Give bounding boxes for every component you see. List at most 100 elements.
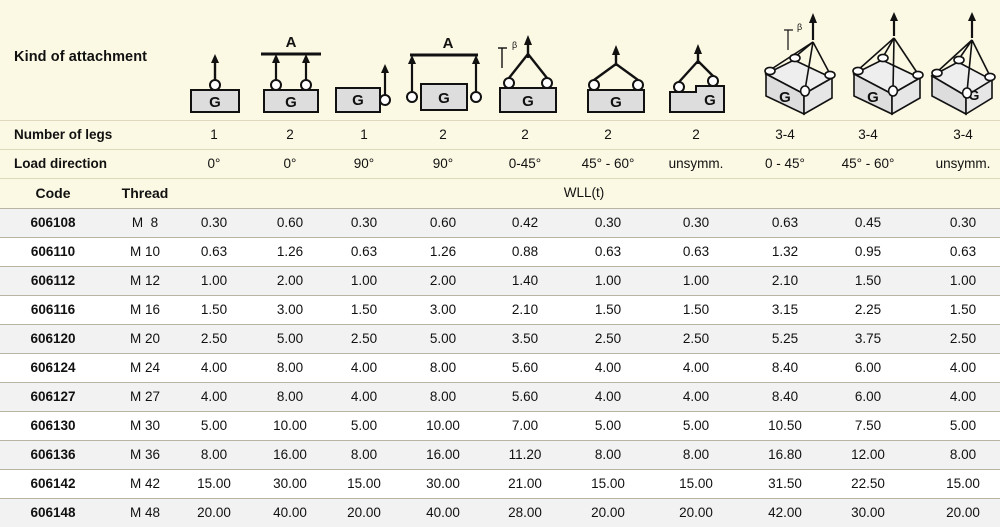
- table-row[interactable]: 606120 M 20 2.50 5.00 2.50 5.00 3.50 2.50 2.50 5.…: [0, 324, 1000, 353]
- cell-wll: 8.00: [200, 447, 228, 462]
- cell-wll: 2.10: [771, 273, 799, 288]
- cell-code: 606112: [30, 273, 76, 288]
- table-row[interactable]: 606110 M 10 0.63 1.26 0.63 1.26 0.88 0.63 0.63 1.…: [0, 237, 1000, 266]
- cell-wll: 10.00: [426, 418, 460, 433]
- svg-text:G: G: [779, 89, 791, 106]
- cell-wll: 10.00: [273, 418, 307, 433]
- direction-value-2: 0°: [283, 156, 297, 171]
- svg-text:G: G: [438, 90, 450, 107]
- cell-code: 606124: [30, 360, 76, 375]
- table-row[interactable]: 606130 M 30 5.00 10.00 5.00 10.00 7.00 5.00 5.00…: [0, 411, 1000, 440]
- cell-wll: 8.00: [276, 360, 304, 375]
- cell-wll: 20.00: [347, 505, 381, 520]
- cell-wll: 4.00: [200, 389, 228, 404]
- cell-code: 606130: [30, 418, 76, 433]
- load-direction-row: Load direction 0° 0° 90° 90° 0-45° 45° -…: [0, 150, 1000, 178]
- thread-column-header: Thread: [121, 185, 169, 201]
- svg-text:A: A: [286, 34, 297, 51]
- cell-wll: 3.50: [511, 331, 539, 346]
- cell-wll: 31.50: [768, 476, 802, 491]
- cell-wll: 4.00: [350, 389, 378, 404]
- direction-value-4: 90°: [432, 156, 454, 171]
- cell-wll: 20.00: [946, 505, 980, 520]
- legs-value-4: 2: [439, 127, 447, 142]
- table-row[interactable]: 606142 M 42 15.00 30.00 15.00 30.00 21.00 15.00…: [0, 469, 1000, 498]
- cell-wll: 5.60: [511, 389, 539, 404]
- table-row[interactable]: 606148 M 48 20.00 40.00 20.00 40.00 28.00 20.00…: [0, 498, 1000, 527]
- cell-wll: 16.00: [273, 447, 307, 462]
- table-row[interactable]: 606112 M 12 1.00 2.00 1.00 2.00 1.40 1.00 1.00 2.…: [0, 266, 1000, 295]
- cell-wll: 0.63: [594, 244, 622, 259]
- cell-wll: 4.00: [949, 389, 977, 404]
- cell-code: 606127: [30, 389, 76, 404]
- cell-wll: 2.50: [594, 331, 622, 346]
- cell-wll: 6.00: [854, 360, 882, 375]
- cell-wll: 15.00: [679, 476, 713, 491]
- two-leg-parallel-beam-lift-icon: A G: [255, 34, 327, 114]
- cell-wll: 2.25: [854, 302, 882, 317]
- cell-wll: 30.00: [426, 476, 460, 491]
- direction-value-5: 0-45°: [508, 156, 542, 171]
- table-row[interactable]: 606124 M 24 4.00 8.00 4.00 8.00 5.60 4.00 4.00 8.…: [0, 353, 1000, 382]
- cell-wll: 2.00: [429, 273, 457, 288]
- direction-value-3: 90°: [353, 156, 375, 171]
- cell-wll: 8.40: [771, 389, 799, 404]
- cell-wll: 1.00: [682, 273, 710, 288]
- cell-wll: 40.00: [273, 505, 307, 520]
- svg-text:G: G: [285, 94, 297, 111]
- direction-value-10: unsymm.: [935, 156, 991, 171]
- two-leg-side-beam-lift-icon: A G: [402, 34, 486, 114]
- cell-wll: 5.25: [771, 331, 799, 346]
- cell-wll: 1.50: [350, 302, 378, 317]
- cell-wll: 16.80: [768, 447, 802, 462]
- cell-code: 606116: [30, 302, 76, 317]
- svg-text:G: G: [867, 89, 879, 106]
- cell-wll: 8.00: [682, 447, 710, 462]
- cell-wll: 1.50: [949, 302, 977, 317]
- cell-wll: 3.00: [429, 302, 457, 317]
- four-leg-box-unsymmetric-icon: G: [928, 12, 1000, 116]
- cell-wll: 1.50: [594, 302, 622, 317]
- cell-thread: M 12: [129, 273, 161, 288]
- table-row[interactable]: 606127 M 27 4.00 8.00 4.00 8.00 5.60 4.00 4.00 8.…: [0, 382, 1000, 411]
- cell-code: 606108: [30, 215, 76, 230]
- svg-text:G: G: [704, 92, 716, 109]
- cell-wll: 1.00: [594, 273, 622, 288]
- table-row[interactable]: 606136 M 36 8.00 16.00 8.00 16.00 11.20 8.00 8.0…: [0, 440, 1000, 469]
- cell-wll: 8.00: [276, 389, 304, 404]
- cell-wll: 0.63: [682, 244, 710, 259]
- cell-wll: 8.00: [350, 447, 378, 462]
- cell-wll: 4.00: [594, 360, 622, 375]
- cell-wll: 11.20: [508, 447, 542, 462]
- cell-wll: 4.00: [682, 360, 710, 375]
- svg-text:β: β: [797, 22, 802, 32]
- cell-wll: 1.50: [200, 302, 228, 317]
- cell-wll: 20.00: [679, 505, 713, 520]
- cell-wll: 0.30: [594, 215, 622, 230]
- cell-wll: 3.00: [276, 302, 304, 317]
- table-row[interactable]: 606116 M 16 1.50 3.00 1.50 3.00 2.10 1.50 1.50 3.…: [0, 295, 1000, 324]
- legs-value-9: 3-4: [858, 127, 878, 142]
- two-leg-angled-sling-icon: G β: [492, 32, 564, 114]
- cell-wll: 1.00: [350, 273, 378, 288]
- cell-wll: 8.00: [429, 360, 457, 375]
- cell-wll: 10.50: [768, 418, 802, 433]
- legs-value-7: 2: [692, 127, 700, 142]
- cell-thread: M 36: [129, 447, 161, 462]
- cell-wll: 1.50: [854, 273, 882, 288]
- code-column-header: Code: [35, 185, 71, 201]
- cell-wll: 5.00: [200, 418, 228, 433]
- table-row[interactable]: 606108 M 8 0.30 0.60 0.30 0.60 0.42 0.30 0.30 0.6…: [0, 208, 1000, 237]
- legs-value-1: 1: [210, 127, 218, 142]
- cell-wll: 0.30: [200, 215, 228, 230]
- cell-wll: 0.42: [511, 215, 539, 230]
- load-direction-label: Load direction: [14, 156, 108, 171]
- legs-value-10: 3-4: [953, 127, 973, 142]
- cell-wll: 4.00: [200, 360, 228, 375]
- cell-code: 606148: [30, 505, 76, 520]
- cell-wll: 22.50: [851, 476, 885, 491]
- four-leg-box-wide-sling-icon: G: [846, 12, 928, 116]
- cell-code: 606142: [30, 476, 76, 491]
- cell-wll: 1.40: [511, 273, 539, 288]
- cell-thread: M 27: [129, 389, 161, 404]
